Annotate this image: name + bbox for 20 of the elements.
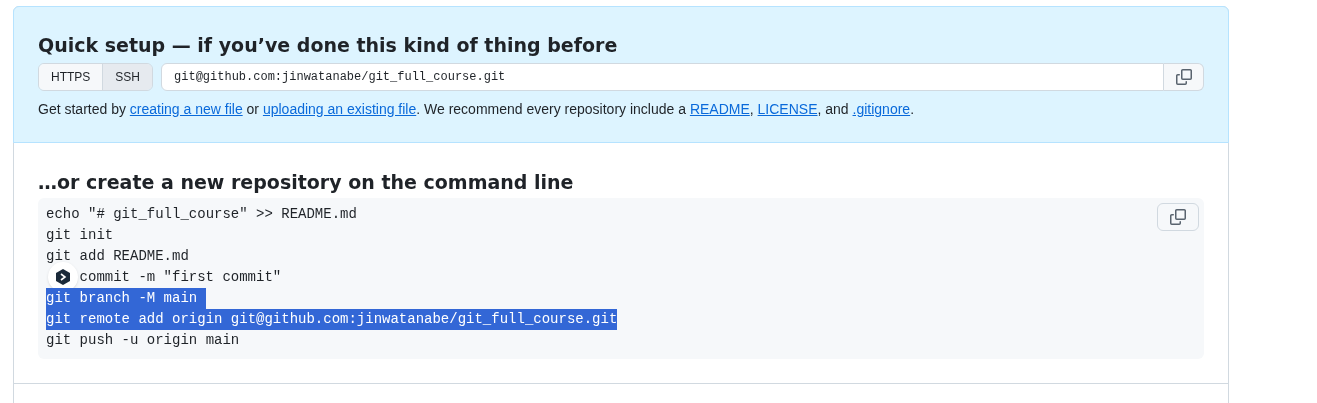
code-line: commit -m "first commit" xyxy=(79,268,282,287)
code-line: echo "# git_full_course" >> README.md xyxy=(46,205,357,224)
copy-icon xyxy=(1170,209,1186,225)
copy-button[interactable] xyxy=(1157,203,1199,231)
code-line: git init xyxy=(46,226,114,245)
code-line: git add README.md xyxy=(46,247,189,266)
help-text: Get started by creating a new file or uploading an existing file. We recommend every repository include a README, LICENSE, and .gitignore. xyxy=(38,100,915,119)
link[interactable]: LICENSE xyxy=(757,101,818,117)
link[interactable]: .gitignore xyxy=(852,101,911,117)
copy-icon xyxy=(1175,69,1192,85)
link[interactable]: uploading an existing file xyxy=(262,101,417,117)
link[interactable]: creating a new file xyxy=(129,101,243,117)
protocol-tab[interactable]: SSH xyxy=(102,64,153,90)
link[interactable]: README xyxy=(689,101,750,117)
section-heading: …or create a new repository on the command line xyxy=(38,170,575,194)
clone-url-field[interactable]: git@github.com:jinwatanabe/git_full_course.git xyxy=(161,63,1164,91)
section-heading: Quick setup — if you’ve done this kind of thing before xyxy=(38,33,619,57)
copy-button[interactable] xyxy=(1164,63,1204,91)
code-line: git push -u origin main xyxy=(46,331,240,350)
protocol-tab[interactable]: HTTPS xyxy=(39,64,103,90)
